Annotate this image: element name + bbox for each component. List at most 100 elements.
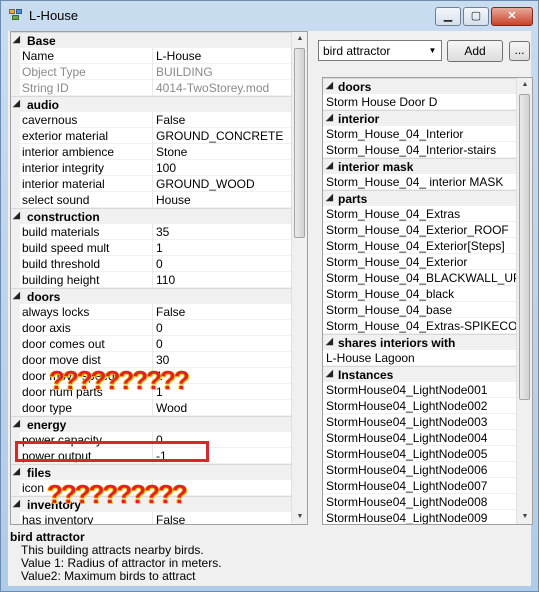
list-item[interactable]: StormHouse04_LightNode005 (323, 446, 518, 462)
scroll-thumb[interactable] (294, 48, 305, 238)
list-item[interactable]: Storm_House_04_BLACKWALL_UPPEF (323, 270, 532, 286)
property-row[interactable]: exterior material GROUND_CONCRETE (11, 128, 293, 144)
property-row[interactable]: interior ambience Stone (11, 144, 293, 160)
list-item[interactable]: Storm_House_04_Extras-SPIKECOVERS (323, 318, 532, 334)
list-category-header[interactable]: ◢ interior mask (323, 158, 518, 174)
component-select[interactable]: bird attractor ▼ (318, 40, 442, 61)
property-row[interactable]: Object Type BUILDING (11, 64, 293, 80)
scroll-down-icon[interactable]: ▼ (292, 510, 307, 524)
property-value[interactable]: 100 (156, 161, 176, 175)
property-row[interactable]: door type Wood (11, 400, 293, 416)
property-value[interactable]: 110 (156, 273, 175, 287)
property-grid-scrollbar[interactable]: ▲ ▼ (291, 32, 307, 524)
property-value[interactable]: 35 (156, 225, 169, 239)
scroll-up-icon[interactable]: ▲ (292, 32, 307, 46)
list-item[interactable]: Storm_House_04_base (323, 302, 518, 318)
collapse-arrow-icon[interactable]: ◢ (13, 498, 20, 509)
property-value[interactable]: 4014-TwoStorey.mod (156, 81, 269, 95)
property-row[interactable]: String ID 4014-TwoStorey.mod (11, 80, 293, 96)
property-row[interactable]: building height 110 (11, 272, 293, 288)
collapse-arrow-icon[interactable]: ◢ (13, 466, 20, 477)
list-item[interactable]: Storm_House_04_Interior-stairs (323, 142, 518, 158)
property-value[interactable]: Wood (156, 401, 187, 415)
list-category-header[interactable]: ◢ interior (323, 110, 518, 126)
list-item[interactable]: Storm House Door D (323, 94, 518, 110)
scroll-down-icon[interactable]: ▼ (517, 510, 532, 524)
property-row[interactable]: build speed mult 1 (11, 240, 293, 256)
category-header[interactable]: ◢ energy (11, 416, 293, 432)
property-row[interactable]: build materials 35 (11, 224, 293, 240)
category-header[interactable]: ◢ files (11, 464, 293, 480)
list-item[interactable]: StormHouse04_LightNode003 (323, 414, 518, 430)
collapse-arrow-icon[interactable]: ◢ (326, 192, 333, 203)
category-header[interactable]: ◢ construction (11, 208, 293, 224)
property-value[interactable]: GROUND_CONCRETE (156, 129, 283, 143)
list-item[interactable]: Storm_House_04_black (323, 286, 518, 302)
property-row[interactable]: interior integrity 100 (11, 160, 293, 176)
list-item[interactable]: Storm_House_04_ interior MASK (323, 174, 518, 190)
property-value[interactable]: Stone (156, 145, 187, 159)
list-item[interactable]: L-House Lagoon (323, 350, 518, 366)
collapse-arrow-icon[interactable]: ◢ (326, 112, 333, 123)
list-item[interactable]: StormHouse04_LightNode008 (323, 494, 518, 510)
list-item[interactable]: StormHouse04_LightNode001 (323, 382, 518, 398)
collapse-arrow-icon[interactable]: ◢ (13, 34, 20, 45)
collapse-arrow-icon[interactable]: ◢ (326, 80, 333, 91)
category-header[interactable]: ◢ Base (11, 32, 293, 48)
collapse-arrow-icon[interactable]: ◢ (326, 160, 333, 171)
property-value[interactable]: 1 (156, 241, 163, 255)
list-item[interactable]: Storm_House_04_Extras (323, 206, 518, 222)
list-category-header[interactable]: ◢ shares interiors with (323, 334, 518, 350)
chevron-down-icon[interactable]: ▼ (425, 42, 440, 59)
list-item[interactable]: StormHouse04_LightNode002 (323, 398, 518, 414)
property-value[interactable]: BUILDING (156, 65, 213, 79)
scroll-thumb[interactable] (519, 94, 530, 400)
property-value[interactable]: House (156, 193, 191, 207)
property-value[interactable]: False (156, 113, 185, 127)
close-button[interactable]: ✕ (491, 7, 533, 26)
scroll-up-icon[interactable]: ▲ (517, 78, 532, 92)
list-category-header[interactable]: ◢ parts (323, 190, 518, 206)
property-row[interactable]: door axis 0 (11, 320, 293, 336)
category-header[interactable]: ◢ doors (11, 288, 293, 304)
list-item[interactable]: Storm_House_04_Exterior_ROOF (323, 222, 518, 238)
collapse-arrow-icon[interactable]: ◢ (13, 290, 20, 301)
more-button[interactable]: ... (509, 41, 530, 61)
list-item[interactable]: StormHouse04_LightNode007 (323, 478, 518, 494)
property-row[interactable]: always locks False (11, 304, 293, 320)
property-value[interactable]: False (156, 305, 185, 319)
list-item[interactable]: StormHouse04_LightNode009 (323, 510, 518, 524)
list-category-header[interactable]: ◢ doors (323, 78, 518, 94)
references-list-scrollbar[interactable]: ▲ ▼ (516, 78, 532, 524)
property-row[interactable]: select sound House (11, 192, 293, 208)
category-header[interactable]: ◢ audio (11, 96, 293, 112)
property-value[interactable]: 0 (156, 321, 163, 335)
collapse-arrow-icon[interactable]: ◢ (13, 98, 20, 109)
property-row[interactable]: has inventory False (11, 512, 293, 524)
collapse-arrow-icon[interactable]: ◢ (326, 336, 333, 347)
list-item[interactable]: Storm_House_04_Exterior[Steps] (323, 238, 518, 254)
title-bar[interactable]: L-House ▁ ▢ ✕ (1, 1, 538, 31)
property-row[interactable]: door comes out 0 (11, 336, 293, 352)
list-item[interactable]: StormHouse04_LightNode006 (323, 462, 518, 478)
property-row[interactable]: cavernous False (11, 112, 293, 128)
property-row[interactable]: build threshold 0 (11, 256, 293, 272)
property-value[interactable]: False (156, 513, 185, 524)
list-item[interactable]: Storm_House_04_Interior (323, 126, 518, 142)
collapse-arrow-icon[interactable]: ◢ (13, 418, 20, 429)
property-row[interactable]: interior material GROUND_WOOD (11, 176, 293, 192)
list-category-header[interactable]: ◢ Instances (323, 366, 518, 382)
property-value[interactable]: 0 (156, 337, 163, 351)
list-item[interactable]: Storm_House_04_Exterior (323, 254, 518, 270)
minimize-button[interactable]: ▁ (435, 7, 461, 26)
collapse-arrow-icon[interactable]: ◢ (13, 210, 20, 221)
property-row[interactable]: Name L-House (11, 48, 293, 64)
property-value[interactable]: 0 (156, 257, 163, 271)
maximize-button[interactable]: ▢ (463, 7, 489, 26)
add-button[interactable]: Add (447, 40, 503, 62)
list-item[interactable]: StormHouse04_LightNode004 (323, 430, 518, 446)
property-grid[interactable]: ◢ Base Name L-House Object Type BUILDING Strin… (10, 31, 308, 525)
collapse-arrow-icon[interactable]: ◢ (326, 368, 333, 379)
property-value[interactable]: GROUND_WOOD (156, 177, 255, 191)
references-list[interactable]: ◢ doors Storm House Door D ◢ interior Storm_H… (322, 77, 533, 525)
